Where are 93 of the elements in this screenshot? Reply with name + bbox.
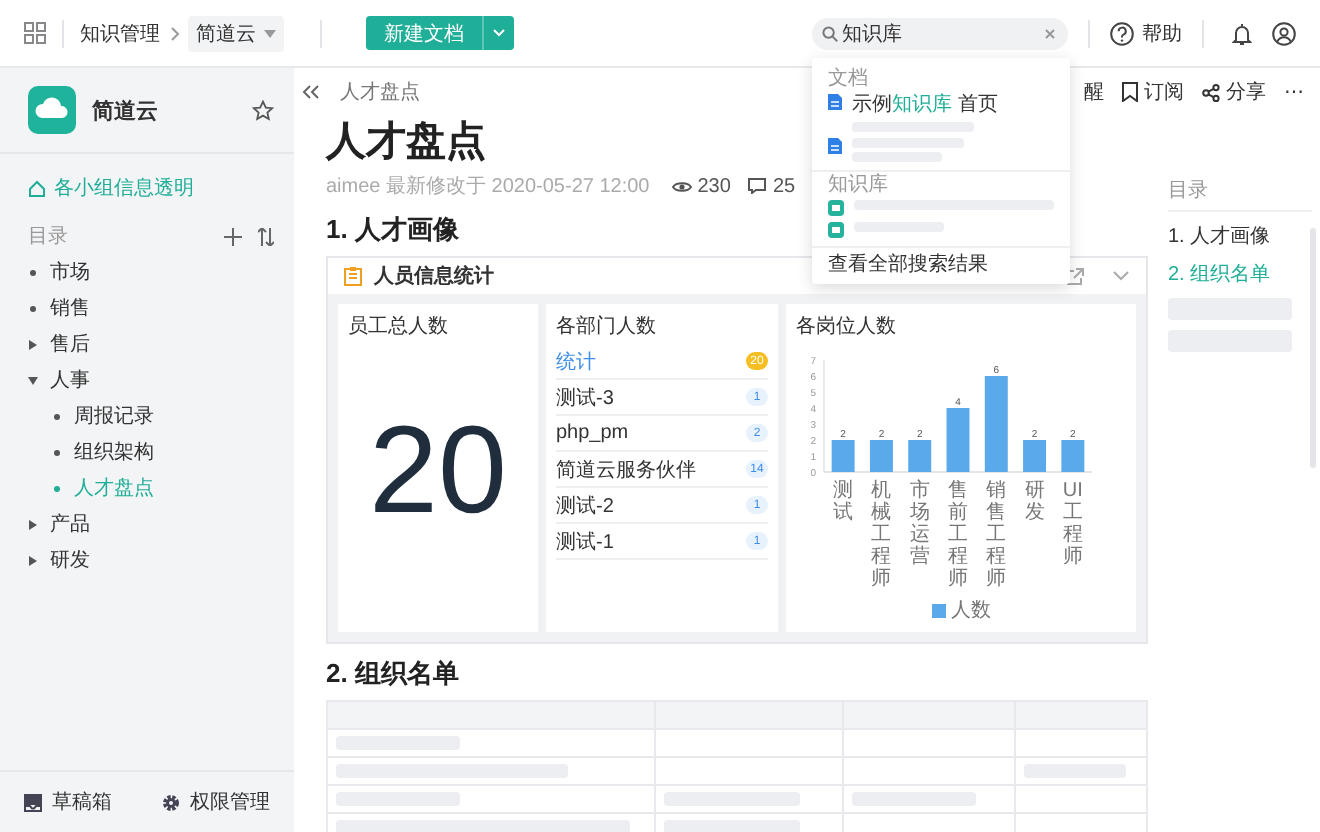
bar bbox=[1023, 440, 1047, 472]
permissions-button[interactable]: 权限管理 bbox=[162, 788, 270, 816]
search-icon bbox=[822, 25, 838, 41]
tree-item[interactable]: 销售 bbox=[50, 294, 90, 322]
bar bbox=[908, 440, 932, 472]
section-heading: 1. 人才画像 bbox=[326, 212, 459, 248]
bar bbox=[984, 376, 1008, 472]
category-label: 研发 bbox=[1024, 480, 1045, 528]
category-label: 市场运营 bbox=[909, 480, 930, 572]
view-all-link[interactable]: 查看全部搜索结果 bbox=[812, 246, 1070, 284]
more-button[interactable]: ⋯ bbox=[1284, 81, 1304, 103]
bullet-icon bbox=[52, 411, 62, 421]
bell-icon[interactable] bbox=[1232, 21, 1252, 45]
space-switcher[interactable]: 简道云 bbox=[188, 15, 284, 51]
department-name: 测试-1 bbox=[556, 529, 614, 555]
bar bbox=[1061, 440, 1085, 472]
document-icon bbox=[828, 138, 842, 154]
card-title: 人员信息统计 bbox=[374, 263, 494, 290]
add-icon[interactable] bbox=[224, 227, 242, 245]
section-label: 文档 bbox=[828, 68, 870, 92]
external-link-icon[interactable] bbox=[1066, 267, 1084, 285]
tree-item[interactable]: 组织架构 bbox=[74, 438, 154, 466]
category-label: 测试 bbox=[833, 480, 854, 528]
outline-item[interactable]: 1. 人才画像 bbox=[1168, 222, 1312, 250]
section-link[interactable]: 知识管理 bbox=[80, 19, 160, 47]
chevron-down-icon bbox=[492, 28, 506, 38]
tree-item[interactable]: 产品 bbox=[50, 510, 90, 538]
share-button[interactable]: 分享 bbox=[1202, 78, 1266, 106]
panel-title: 各部门人数 bbox=[556, 313, 658, 340]
help-button[interactable]: 帮助 bbox=[1110, 19, 1182, 47]
space-name: 简道云 bbox=[92, 97, 160, 125]
category-label: 机械工程师 bbox=[871, 480, 892, 590]
caret-right-icon[interactable] bbox=[28, 519, 38, 529]
caret-right-icon[interactable] bbox=[28, 339, 38, 349]
gear-icon bbox=[162, 793, 180, 811]
tree-item[interactable]: 售后 bbox=[50, 330, 90, 358]
view-count: 230 bbox=[697, 175, 731, 197]
bullet-icon bbox=[28, 303, 38, 313]
section-label: 知识库 bbox=[828, 174, 890, 198]
apps-icon[interactable] bbox=[24, 22, 46, 44]
outline-label: 目录 bbox=[1168, 176, 1312, 212]
doc-title: 人才盘点 bbox=[326, 118, 486, 168]
department-name: 统计 bbox=[556, 349, 596, 375]
department-name: 简道云服务伙伴 bbox=[556, 457, 696, 483]
tree-item[interactable]: 市场 bbox=[50, 258, 90, 286]
drafts-button[interactable]: 草稿箱 bbox=[24, 788, 112, 816]
caret-right-icon[interactable] bbox=[28, 555, 38, 565]
logo-icon bbox=[28, 86, 76, 134]
document-icon bbox=[828, 94, 842, 110]
bar bbox=[946, 408, 970, 472]
remind-button[interactable]: 醒 bbox=[1084, 78, 1104, 106]
help-icon bbox=[1110, 21, 1134, 45]
tree-item[interactable]: 周报记录 bbox=[74, 402, 154, 430]
eye-icon bbox=[671, 179, 692, 193]
department-name: 测试-3 bbox=[556, 385, 614, 411]
legend-label: 人数 bbox=[951, 598, 991, 624]
bar bbox=[831, 440, 855, 472]
sort-icon[interactable] bbox=[258, 227, 274, 245]
bullet-icon bbox=[28, 267, 38, 277]
tree-item[interactable]: 研发 bbox=[50, 546, 90, 574]
collapse-icon[interactable] bbox=[302, 84, 320, 100]
category-label: 售前工程师 bbox=[947, 480, 968, 590]
panel-title: 员工总人数 bbox=[348, 313, 450, 340]
share-icon bbox=[1202, 83, 1220, 101]
clipboard-icon bbox=[344, 266, 362, 286]
home-icon bbox=[28, 179, 46, 197]
bookmark-icon bbox=[1122, 82, 1138, 102]
panel-title: 各岗位人数 bbox=[796, 313, 898, 340]
search-field[interactable]: 知识库 bbox=[812, 17, 1068, 49]
inbox-icon bbox=[24, 793, 42, 811]
user-icon[interactable] bbox=[1272, 21, 1296, 45]
comment-count: 25 bbox=[772, 175, 796, 197]
bullet-icon bbox=[52, 483, 62, 493]
caret-down-icon bbox=[264, 29, 276, 37]
tree-item[interactable]: 人事 bbox=[50, 366, 90, 394]
caret-down-icon[interactable] bbox=[28, 375, 38, 385]
department-name: php_pm bbox=[556, 422, 629, 444]
bar bbox=[869, 440, 893, 472]
doc-meta: aimee 最新修改于 2020-05-27 12:00 bbox=[326, 173, 650, 200]
toc-label: 目录 bbox=[28, 224, 70, 250]
star-icon[interactable] bbox=[252, 99, 274, 121]
bullet-icon bbox=[52, 447, 62, 457]
comment-icon bbox=[748, 178, 767, 194]
breadcrumb[interactable]: 人才盘点 bbox=[340, 78, 420, 106]
department-name: 测试-2 bbox=[556, 493, 614, 519]
legend-swatch bbox=[931, 603, 945, 617]
category-label: 销售工程师 bbox=[986, 480, 1007, 590]
search-result[interactable]: 示例知识库 首页 bbox=[852, 94, 1054, 118]
chevron-right-icon bbox=[166, 25, 182, 41]
subscribe-button[interactable]: 订阅 bbox=[1122, 78, 1184, 106]
category-label: UI工程师 bbox=[1062, 480, 1083, 572]
total-count: 20 bbox=[367, 400, 509, 542]
section-heading: 2. 组织名单 bbox=[326, 656, 459, 692]
